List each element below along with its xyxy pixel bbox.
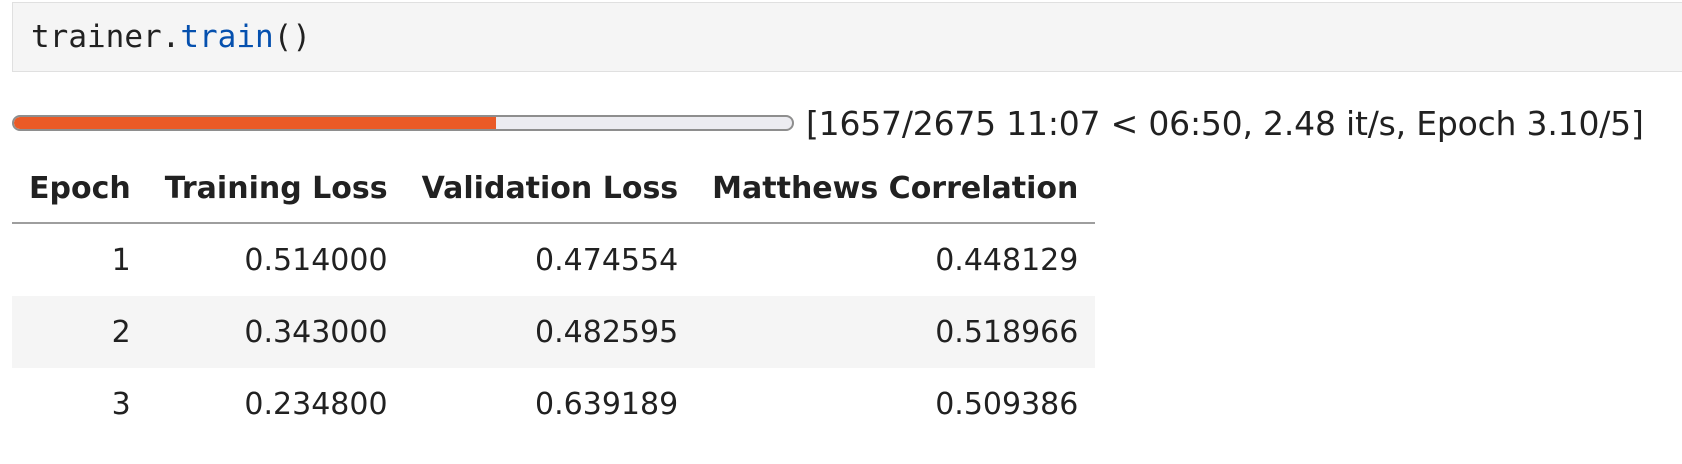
progress-status-text: [1657/2675 11:07 < 06:50, 2.48 it/s, Epo… (806, 103, 1644, 143)
code-method: train (180, 19, 274, 55)
table-row: 3 0.234800 0.639189 0.509386 (12, 368, 1095, 440)
training-progress: [1657/2675 11:07 < 06:50, 2.48 it/s, Epo… (12, 100, 1644, 146)
header-training-loss: Training Loss (147, 154, 405, 224)
progress-bar (12, 115, 794, 131)
cell-validation-loss: 0.474554 (535, 242, 679, 278)
cell-validation-loss: 0.482595 (404, 296, 696, 368)
cell-matthews-correlation: 0.518966 (695, 296, 1096, 368)
cell-validation-loss: 0.639189 (535, 386, 679, 422)
code-dot: . (161, 19, 181, 55)
table-header-row: Epoch Training Loss Validation Loss Matt… (12, 154, 1096, 224)
table-row: 1 0.514000 0.474554 0.448129 (12, 223, 1095, 296)
header-validation-loss: Validation Loss (404, 154, 696, 224)
metrics-table: Epoch Training Loss Validation Loss Matt… (12, 154, 1096, 440)
header-epoch: Epoch (12, 154, 148, 224)
cell-epoch: 2 (12, 296, 148, 368)
header-matthews-correlation: Matthews Correlation (695, 154, 1096, 224)
cell-matthews-correlation: 0.509386 (935, 386, 1079, 422)
cell-training-loss: 0.514000 (244, 242, 388, 278)
progress-bar-fill (14, 117, 496, 129)
code-cell[interactable]: trainer. train() (12, 2, 1682, 72)
table-row: 2 0.343000 0.482595 0.518966 (12, 296, 1096, 368)
cell-training-loss: 0.234800 (244, 386, 388, 422)
code-object: trainer (31, 19, 162, 55)
cell-epoch: 1 (111, 242, 131, 278)
cell-epoch: 3 (111, 386, 131, 422)
cell-matthews-correlation: 0.448129 (935, 242, 1079, 278)
code-parens: () (273, 19, 311, 55)
cell-training-loss: 0.343000 (147, 296, 405, 368)
